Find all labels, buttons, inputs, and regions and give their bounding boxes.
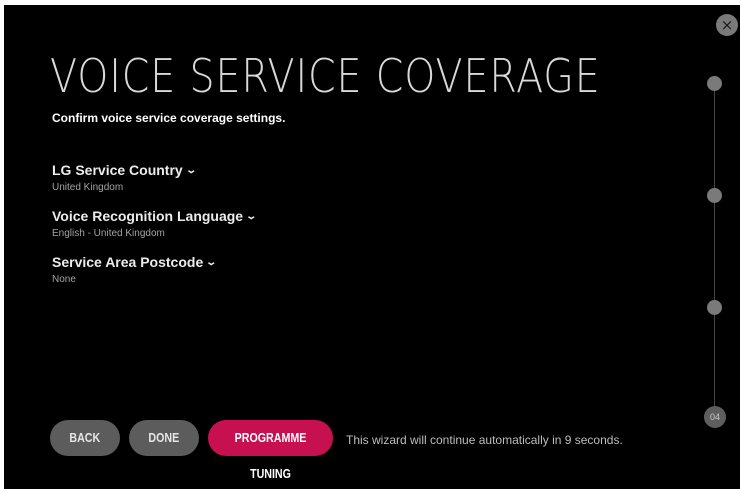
chevron-down-icon: ⌄	[185, 164, 197, 176]
page-title: VOICE SERVICE COVERAGE	[50, 49, 601, 103]
progress-step-dot	[707, 188, 722, 203]
setting-label: Voice Recognition Language	[52, 208, 244, 224]
setting-label-row: LG Service Country ⌄	[52, 162, 197, 178]
setting-value: None	[52, 274, 76, 285]
setting-service-area-postcode[interactable]: Service Area Postcode ⌄ None	[52, 254, 218, 285]
auto-continue-notice: This wizard will continue automatically …	[346, 433, 623, 447]
done-button[interactable]: DONE	[129, 420, 199, 456]
wizard-screen: × VOICE SERVICE COVERAGE Confirm voice s…	[4, 5, 740, 489]
progress-step-dot	[707, 76, 722, 91]
close-button[interactable]: ×	[716, 14, 738, 36]
programme-tuning-button-label: PROGRAMME TUNING	[234, 430, 307, 481]
setting-lg-service-country[interactable]: LG Service Country ⌄ United Kingdom	[52, 162, 197, 193]
back-button[interactable]: BACK	[50, 420, 120, 456]
chevron-down-icon: ⌄	[245, 210, 258, 222]
setting-label-row: Voice Recognition Language ⌄	[52, 208, 258, 224]
progress-step-dot	[707, 300, 722, 315]
programme-tuning-button[interactable]: PROGRAMME TUNING	[208, 420, 333, 481]
setting-value: English - United Kingdom	[52, 228, 165, 239]
setting-label-row: Service Area Postcode ⌄	[52, 254, 218, 270]
chevron-down-icon: ⌄	[205, 256, 218, 268]
setting-value: United Kingdom	[52, 182, 124, 193]
page-subtitle: Confirm voice service coverage settings.	[52, 111, 286, 125]
close-icon: ×	[720, 16, 734, 34]
setting-voice-recognition-language[interactable]: Voice Recognition Language ⌄ English - U…	[52, 208, 258, 239]
back-button-label: BACK	[69, 430, 101, 445]
setting-label: LG Service Country	[52, 162, 183, 178]
done-button-label: DONE	[148, 430, 180, 445]
setting-label: Service Area Postcode	[52, 254, 204, 270]
progress-current-step: 04	[704, 406, 726, 428]
progress-track	[714, 85, 715, 415]
